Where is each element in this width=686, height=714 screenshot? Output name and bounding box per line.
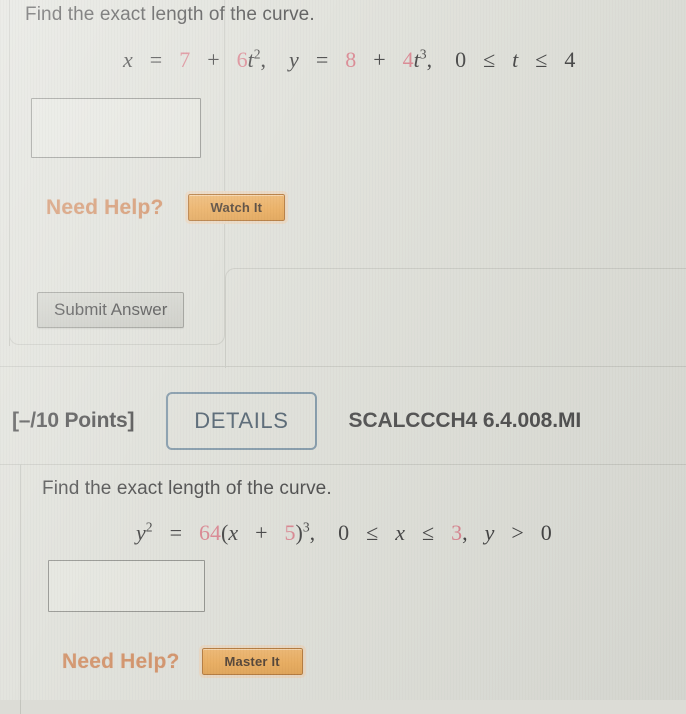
assignment-page: Find the exact length of the curve. x = … (0, 0, 686, 714)
equation-2-comma-2: , (462, 520, 468, 545)
question-1-side-panel (225, 268, 686, 368)
details-button[interactable]: DETAILS (166, 392, 317, 450)
equation-2-le-1: ≤ (366, 520, 379, 545)
equation-1-lhs-var: x (123, 47, 133, 72)
equation-1-comma: , (260, 47, 267, 72)
equation-2-lhs-exponent: 2 (145, 519, 153, 535)
equation-1-comma-2: , (426, 47, 433, 72)
equation-2-equals: = (169, 520, 182, 545)
question-2-header: [–/10 Points] DETAILS SCALCCCH4 6.4.008.… (0, 378, 686, 464)
equation-1-exponent-2: 3 (419, 46, 427, 62)
equation-2-inner-const: 5 (284, 520, 296, 545)
question-1-answer-input[interactable] (31, 98, 201, 158)
equation-1-plus: + (207, 47, 220, 72)
equation-2-greater-than: > (511, 520, 524, 545)
equation-1-domain-high: 4 (564, 47, 576, 72)
master-it-button[interactable]: Master It (198, 645, 306, 678)
question-2-prompt: Find the exact length of the curve. (42, 478, 332, 499)
assignment-code: SCALCCCH4 6.4.008.MI (348, 409, 582, 432)
equation-2-comma-1: , (309, 520, 316, 545)
equation-2-domain-var: x (395, 520, 405, 545)
question-2-need-help-label: Need Help? (62, 649, 180, 673)
equation-1-coef: 6 (236, 47, 248, 72)
question-2-answer-input[interactable] (48, 560, 205, 612)
question-2-equation: y2 = 64(x + 5)3, 0 ≤ x ≤ 3, y > 0 (136, 520, 552, 546)
equation-2-close-paren: ) (295, 520, 303, 545)
equation-1-domain-low: 0 (455, 47, 467, 72)
equation-2-inner-var: x (228, 520, 239, 545)
question-1-need-help-label: Need Help? (46, 195, 164, 219)
equation-2-positive-var: y (484, 520, 495, 545)
equation-2-domain-low: 0 (338, 520, 350, 545)
equation-2-domain-high: 3 (451, 520, 463, 545)
equation-2-le-2: ≤ (422, 520, 435, 545)
equation-1-equals-2: = (315, 47, 329, 72)
equation-1-le-1: ≤ (483, 47, 496, 72)
equation-2-outer-exponent: 3 (302, 519, 310, 535)
question-1-equation: x = 7 + 6t2, y = 8 + 4t3, 0 ≤ t ≤ 4 (123, 47, 575, 73)
points-label: [–/10 Points] (12, 409, 135, 432)
equation-1-lhs-var-2: y (289, 47, 299, 72)
equation-2-coefficient: 64 (199, 520, 221, 545)
section-divider-top (0, 366, 686, 367)
equation-2-plus: + (255, 520, 268, 545)
equation-1-coef-2: 4 (402, 47, 414, 72)
equation-1-le-2: ≤ (535, 47, 548, 72)
submit-answer-button[interactable]: Submit Answer (37, 292, 185, 328)
question-2-need-help-row: Need Help? Master It (62, 645, 306, 678)
equation-1-const: 7 (179, 47, 191, 72)
equation-1-const-2: 8 (345, 47, 357, 72)
equation-2-positive-value: 0 (540, 520, 552, 545)
equation-1-domain-var: t (512, 47, 519, 72)
equation-1-plus-2: + (373, 47, 386, 72)
equation-1-equals: = (149, 47, 163, 72)
watch-it-button[interactable]: Watch It (184, 191, 289, 224)
question-1-prompt: Find the exact length of the curve. (25, 4, 315, 25)
equation-2-lhs-var: y (136, 520, 146, 545)
question-1-need-help-row: Need Help? Watch It (46, 191, 289, 224)
equation-1-exponent: 2 (253, 46, 261, 62)
